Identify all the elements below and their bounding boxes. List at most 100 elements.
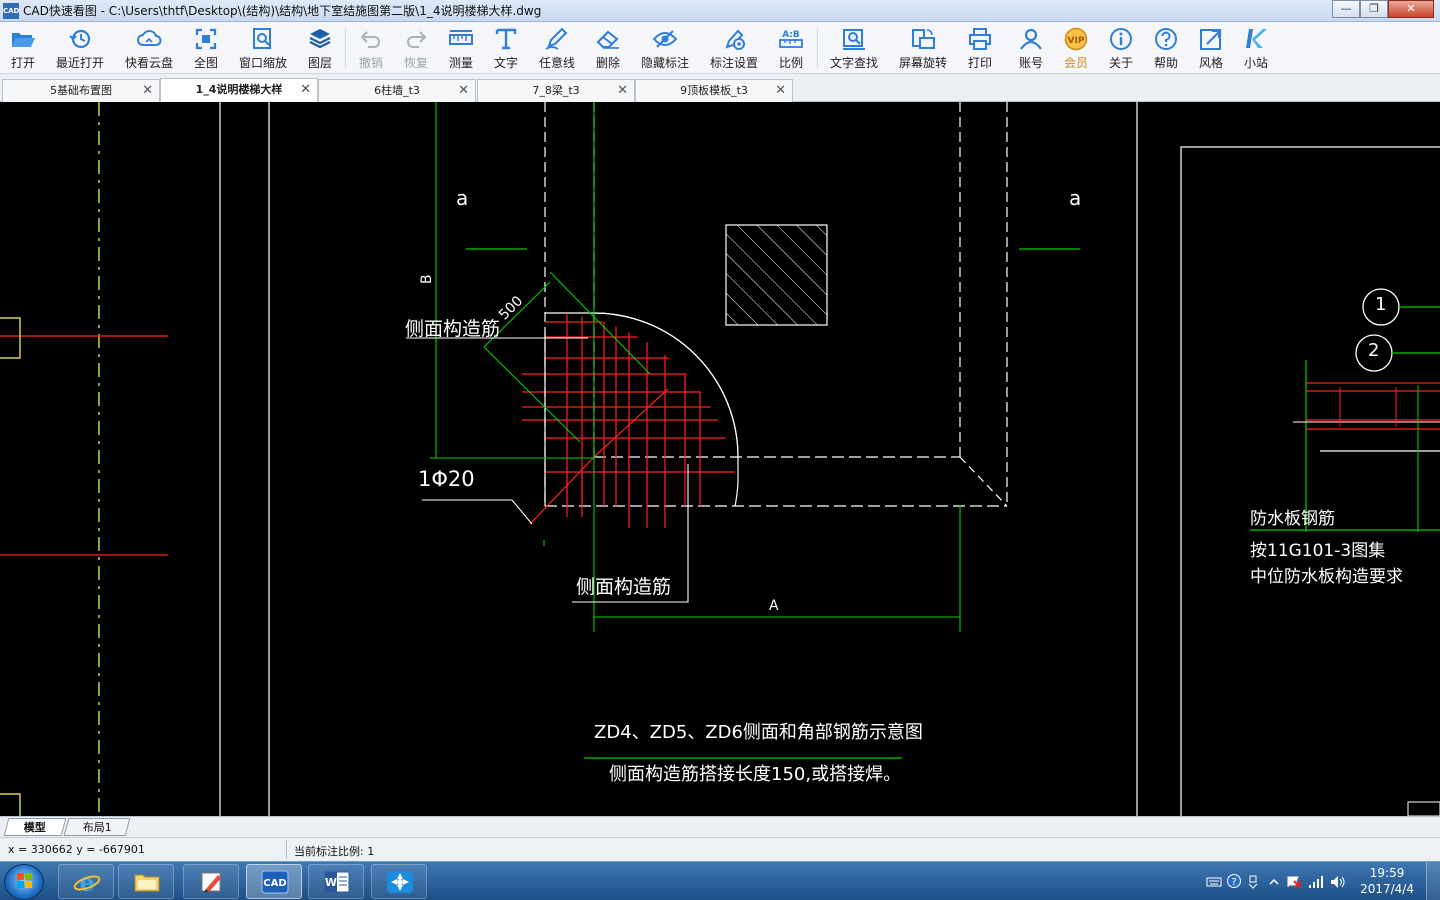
start-button[interactable] [4, 864, 44, 900]
tab-close-icon[interactable]: ✕ [617, 80, 628, 101]
windows-logo-icon [17, 873, 33, 889]
maximize-button[interactable]: ❐ [1360, 0, 1388, 18]
toolbar-cloud-button[interactable]: 快看云盘 [117, 24, 181, 72]
svg-text:VIP: VIP [1068, 36, 1085, 46]
toolbar-delete-button[interactable]: 删除 [589, 24, 627, 72]
tab-label: 7_8梁_t3 [532, 84, 580, 97]
keyboard-icon[interactable] [1206, 874, 1222, 888]
taskbar-app-paint[interactable] [183, 864, 239, 899]
toolbar-hidemarks-button[interactable]: 隐藏标注 [633, 24, 697, 72]
signal-icon[interactable] [1308, 874, 1324, 888]
main-toolbar: 打开 最近打开 快看云盘 全图 窗口缩放 图层 撤销 恢复 测量 文字 任意线 删除 隐藏标注 标注设置 A… [0, 22, 1440, 74]
toolbar-layers-button[interactable]: 图层 [301, 24, 339, 72]
printer-icon [967, 27, 993, 51]
close-button[interactable]: ✕ [1388, 0, 1434, 18]
annotation-scale: 当前标注比例: 1 [294, 845, 375, 858]
toolbar-recent-button[interactable]: 最近打开 [48, 24, 112, 72]
toolbar-undo-button[interactable]: 撤销 [352, 24, 390, 72]
system-clock[interactable]: 19:59 2017/4/4 [1360, 865, 1414, 897]
tab-close-icon[interactable]: ✕ [142, 80, 153, 101]
action-center-icon[interactable] [1286, 874, 1302, 889]
section-label-a: a [456, 186, 469, 210]
document-tab[interactable]: 7_8梁_t3 ✕ [477, 79, 635, 102]
toolbar-freeline-button[interactable]: 任意线 [532, 24, 583, 72]
toolbar-label: 风格 [1198, 56, 1223, 70]
toolbar-vip-button[interactable]: VIP 会员 [1057, 24, 1095, 72]
toolbar-redo-button[interactable]: 恢复 [397, 24, 435, 72]
document-tab[interactable]: 1_4说明楼梯大样 ✕ [160, 78, 318, 102]
eye-hide-icon [652, 27, 678, 51]
info-icon [1108, 27, 1134, 51]
layout-tab[interactable]: 布局1 [63, 818, 131, 836]
show-desktop-button[interactable] [1426, 862, 1440, 900]
zoom-window-icon [250, 27, 276, 51]
app-logo-icon: CAD [3, 2, 19, 19]
layout-tab-label: 布局1 [82, 821, 112, 834]
toolbar-label: 窗口缩放 [238, 56, 287, 70]
minimize-button[interactable]: — [1332, 0, 1360, 18]
toolbar-about-button[interactable]: 关于 [1102, 24, 1140, 72]
k-logo-icon [1243, 27, 1269, 51]
toolbar-findtext-button[interactable]: 文字查找 [822, 24, 886, 72]
coordinate-readout: x = 330662 y = -667901 [8, 843, 145, 856]
toolbar-rotate-button[interactable]: 屏幕旋转 [891, 24, 955, 72]
word-icon: W [323, 870, 351, 894]
toolbar-open-button[interactable]: 打开 [4, 24, 42, 72]
toolbar-scale-button[interactable]: A:B 比例 [772, 24, 810, 72]
toolbar-label: 标注设置 [709, 56, 758, 70]
toolbar-label: 删除 [595, 56, 620, 70]
taskbar-app-word[interactable]: W [308, 864, 364, 899]
eraser-icon [595, 27, 621, 51]
expand-tray-icon[interactable] [1268, 874, 1284, 888]
annotation-text: 侧面构造筋 [576, 576, 672, 598]
toolbar-text-button[interactable]: 文字 [487, 24, 525, 72]
vip-icon: VIP [1063, 27, 1089, 51]
taskbar-app-cad[interactable]: CAD [246, 864, 302, 899]
rebar-grid [545, 313, 738, 506]
toolbar-label: 关于 [1108, 56, 1133, 70]
document-tab[interactable]: 6柱墙_t3 ✕ [318, 79, 476, 102]
style-icon [1198, 27, 1224, 51]
history-icon [67, 27, 93, 51]
toolbar-zoomwin-button[interactable]: 窗口缩放 [231, 24, 295, 72]
toolbar-style-button[interactable]: 风格 [1192, 24, 1230, 72]
document-tab[interactable]: 9顶板模板_t3 ✕ [635, 79, 793, 102]
tab-close-icon[interactable]: ✕ [775, 80, 786, 101]
toolbar-label: 撤销 [358, 56, 383, 70]
document-tab[interactable]: 5基础布置图 ✕ [2, 79, 160, 102]
toolbar-label: 打开 [10, 56, 35, 70]
yellow-bracket [0, 793, 21, 816]
toolbar-print-button[interactable]: 打印 [961, 24, 999, 72]
network-activity-icon[interactable] [1246, 874, 1262, 889]
layout-tab[interactable]: 模型 [3, 818, 67, 836]
toolbar-label: 快看云盘 [124, 56, 173, 70]
toolbar-divider [345, 28, 346, 68]
tab-label: 6柱墙_t3 [374, 84, 420, 97]
tab-close-icon[interactable]: ✕ [300, 79, 311, 100]
tab-close-icon[interactable]: ✕ [458, 80, 469, 101]
tab-label: 1_4说明楼梯大样 [195, 83, 283, 96]
drawing-canvas[interactable]: a a B 500 侧面构造筋 1Φ20 侧面构造筋 A ZD4、ZD5、ZD6… [0, 102, 1440, 816]
pinwheel-icon [386, 870, 414, 894]
user-icon [1018, 27, 1044, 51]
toolbar-fullview-button[interactable]: 全图 [187, 24, 225, 72]
help-tray-icon[interactable]: ? [1226, 874, 1242, 888]
annotation-text: 按11G101-3图集 [1250, 541, 1386, 561]
taskbar-app-explorer[interactable] [118, 864, 174, 899]
dimension-lines [430, 102, 961, 632]
toolbar-account-button[interactable]: 账号 [1012, 24, 1050, 72]
toolbar-label: 文字查找 [829, 56, 878, 70]
toolbar-help-button[interactable]: 帮助 [1147, 24, 1185, 72]
toolbar-marksettings-button[interactable]: 标注设置 [702, 24, 766, 72]
toolbar-measure-button[interactable]: 测量 [442, 24, 480, 72]
taskbar-app-ie[interactable]: e [58, 864, 114, 899]
title-bar[interactable]: CAD CAD快速看图 - C:\Users\thtf\Desktop\(结构)… [0, 0, 1440, 22]
toolbar-station-button[interactable]: 小站 [1237, 24, 1275, 72]
volume-icon[interactable] [1330, 874, 1346, 888]
clock-date: 2017/4/4 [1360, 882, 1414, 896]
toolbar-label: 文字 [493, 56, 518, 70]
toolbar-label: 屏幕旋转 [898, 56, 947, 70]
cloud-icon [136, 27, 162, 51]
toolbar-label: 最近打开 [55, 56, 104, 70]
taskbar-app-app[interactable] [371, 864, 427, 899]
